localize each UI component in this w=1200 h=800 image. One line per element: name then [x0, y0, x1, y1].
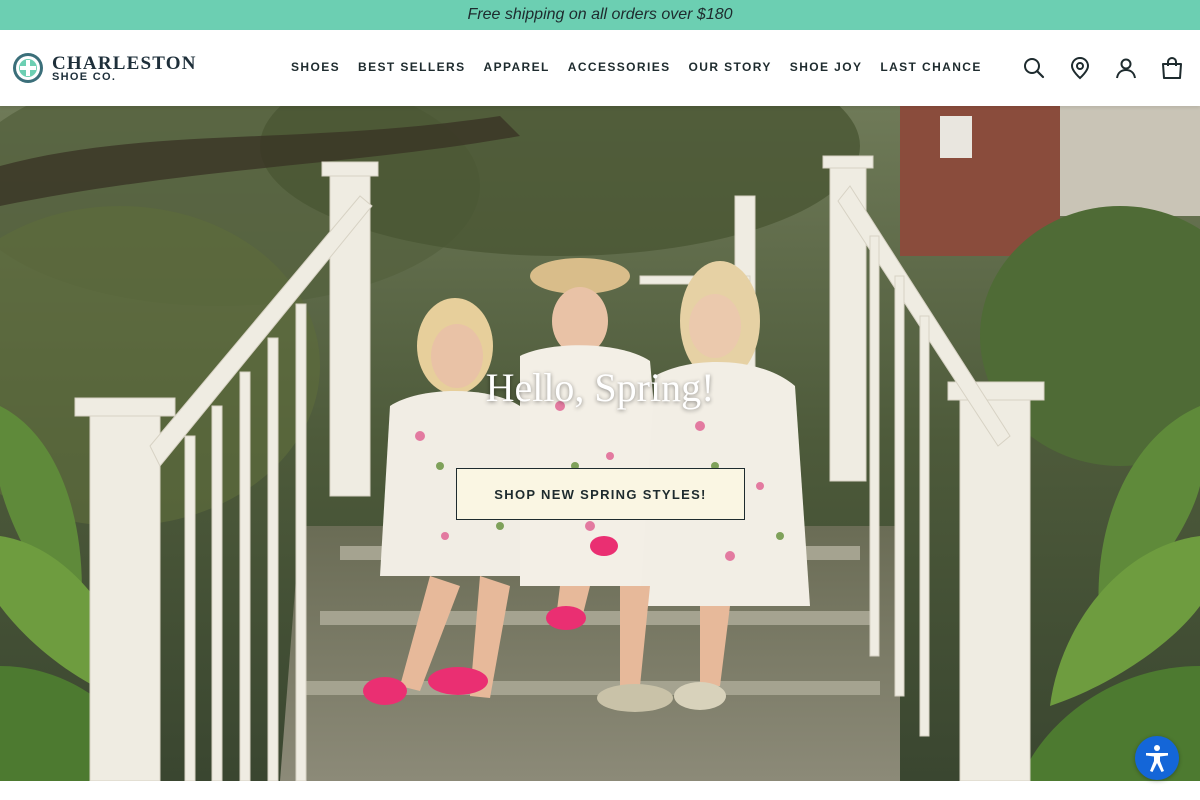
announcement-text: Free shipping on all orders over $180	[467, 6, 733, 23]
search-icon[interactable]	[1022, 56, 1046, 80]
hero-title: Hello, Spring!	[485, 365, 715, 410]
announcement-bar: Free shipping on all orders over $180	[0, 0, 1200, 30]
hero-photo	[0, 106, 1200, 781]
logo-mark-icon	[13, 53, 43, 83]
shopping-bag-icon[interactable]	[1160, 56, 1184, 80]
main-nav: SHOES BEST SELLERS APPAREL ACCESSORIES O…	[291, 60, 1000, 74]
nav-item-best-sellers[interactable]: BEST SELLERS	[358, 60, 465, 74]
nav-item-last-chance[interactable]: LAST CHANCE	[880, 60, 981, 74]
location-pin-icon[interactable]	[1068, 56, 1092, 80]
nav-item-shoe-joy[interactable]: SHOE JOY	[790, 60, 863, 74]
header-icons	[1000, 56, 1184, 80]
nav-item-shoes[interactable]: SHOES	[291, 60, 340, 74]
brand-logo[interactable]: CHARLESTON SHOE CO.	[13, 53, 197, 83]
brand-name: CHARLESTON	[52, 52, 197, 74]
nav-item-our-story[interactable]: OUR STORY	[689, 60, 772, 74]
site-header: CHARLESTON SHOE CO. SHOES BEST SELLERS A…	[0, 30, 1200, 106]
accessibility-icon	[1146, 745, 1168, 772]
account-icon[interactable]	[1114, 56, 1138, 80]
shop-spring-button[interactable]: SHOP NEW SPRING STYLES!	[456, 468, 745, 520]
hero-banner[interactable]: Hello, Spring! SHOP NEW SPRING STYLES!	[0, 106, 1200, 781]
nav-item-accessories[interactable]: ACCESSORIES	[568, 60, 671, 74]
accessibility-button[interactable]	[1135, 736, 1179, 780]
nav-item-apparel[interactable]: APPAREL	[484, 60, 550, 74]
